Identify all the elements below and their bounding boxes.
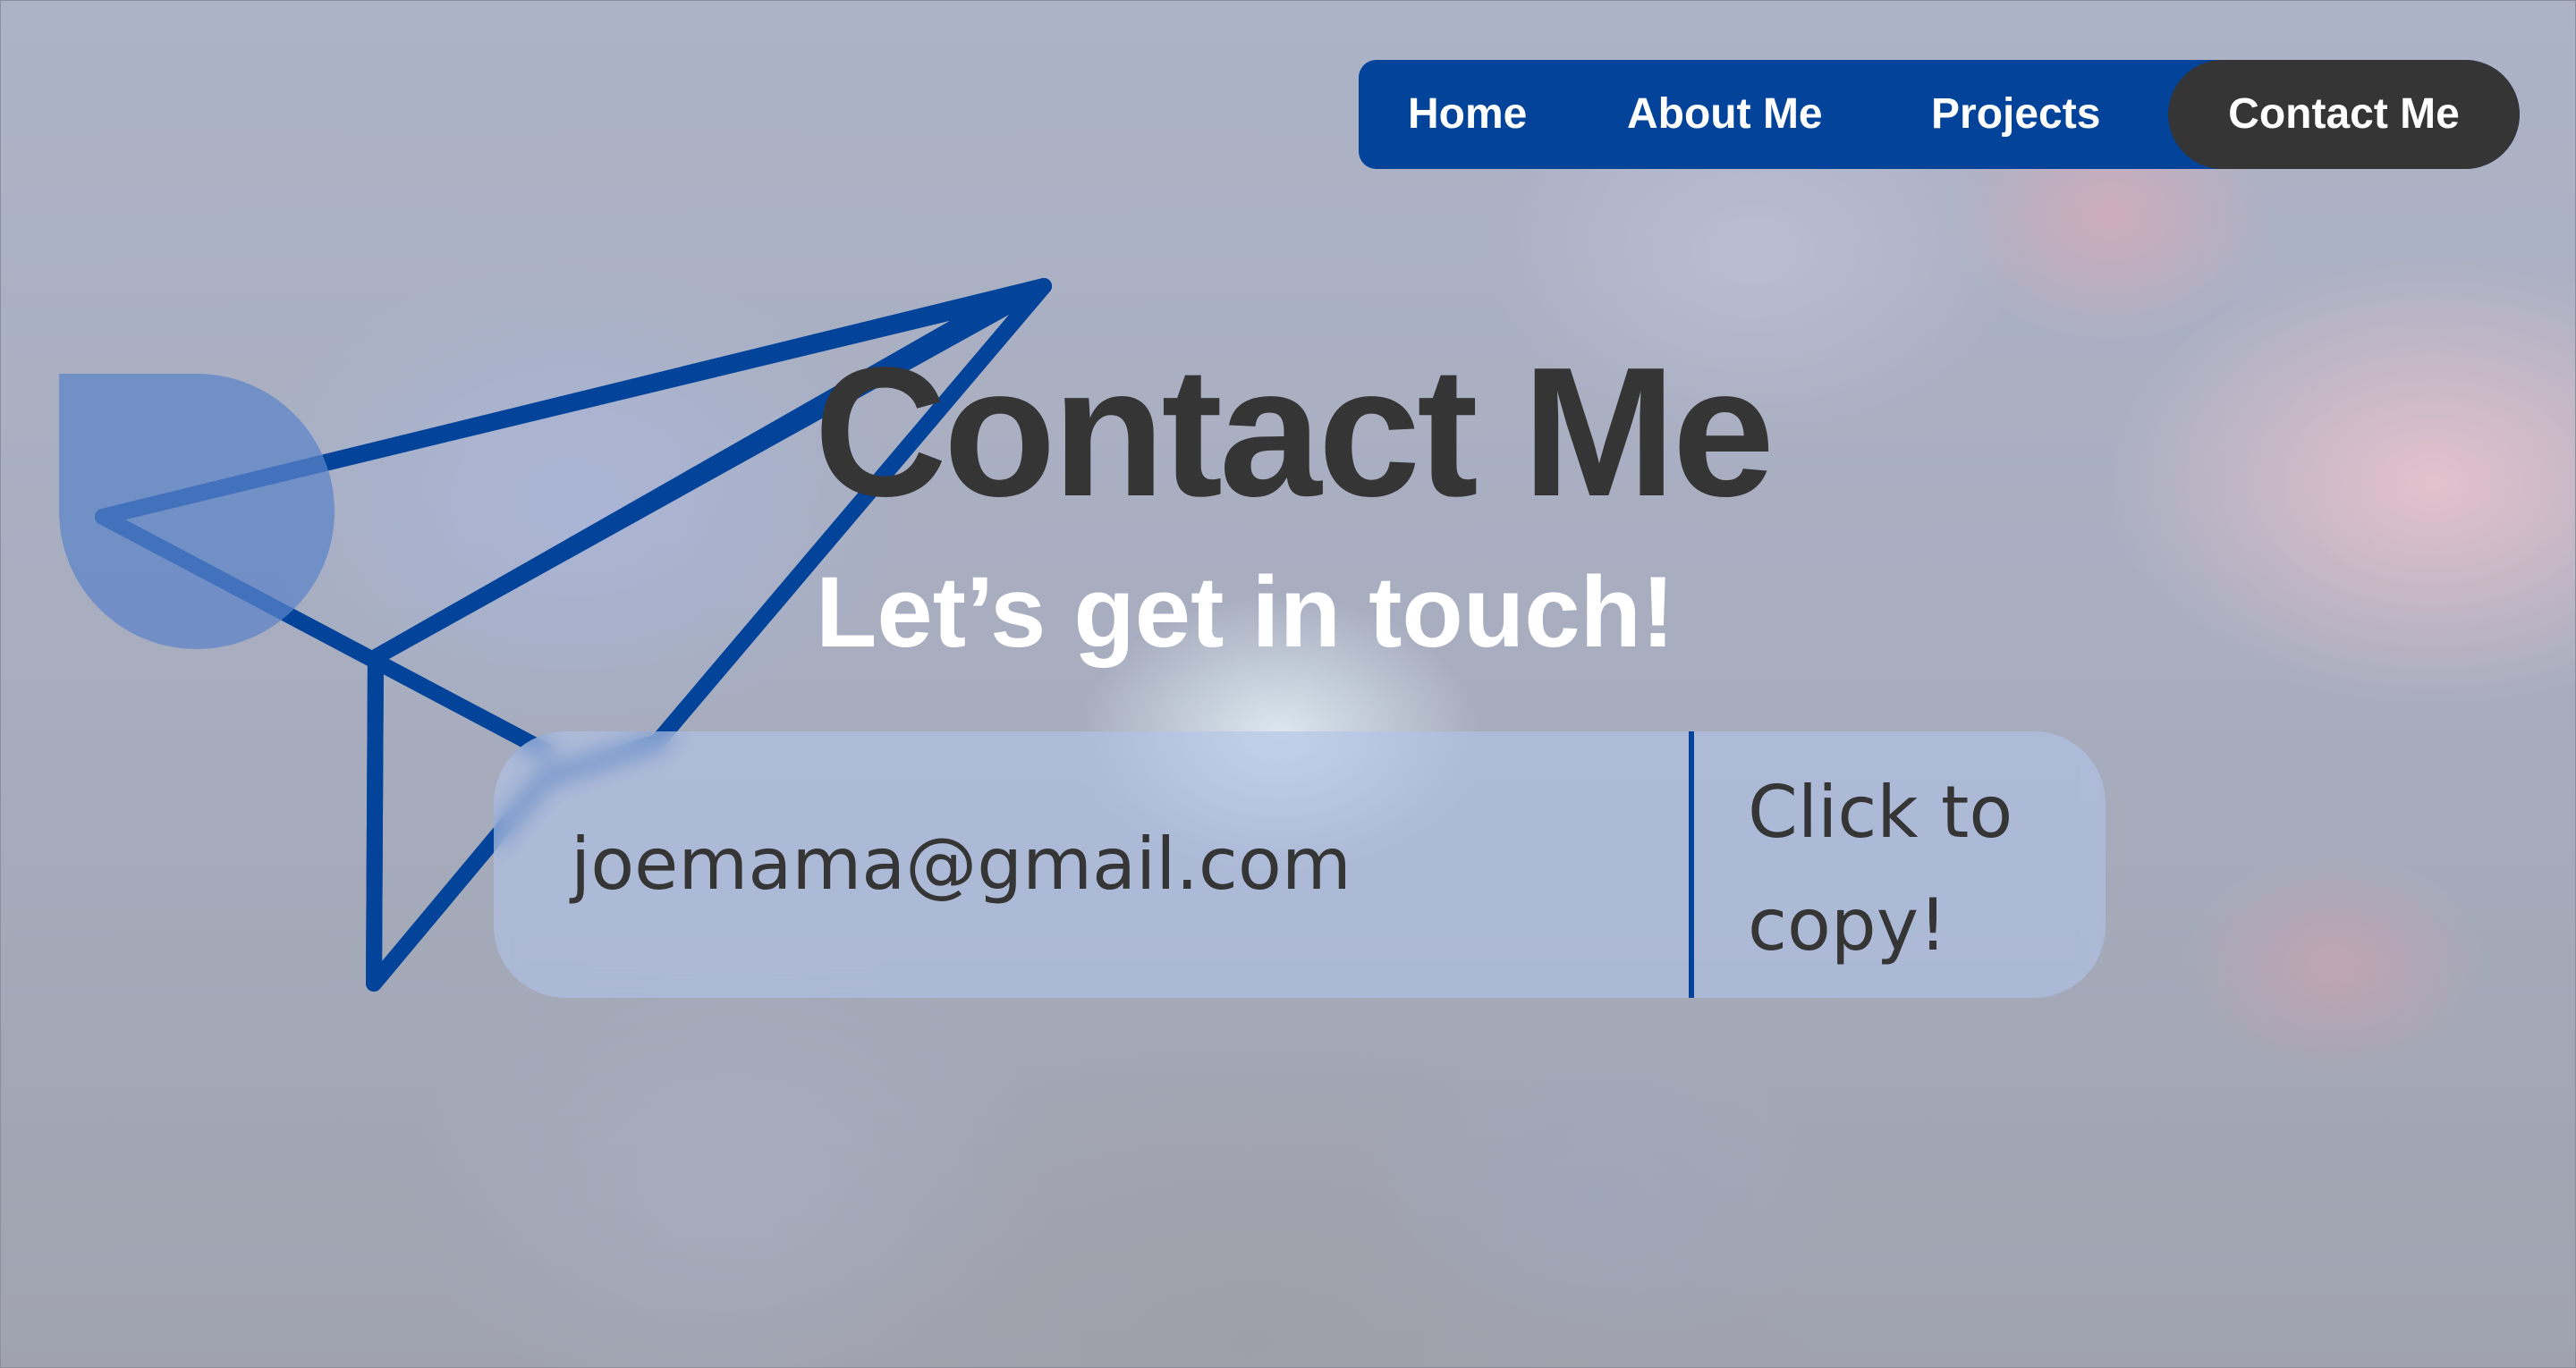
- page-subtitle: Let’s get in touch!: [816, 556, 1675, 668]
- nav-contact-me-link[interactable]: Contact Me: [2168, 60, 2520, 169]
- nav-about-me-link[interactable]: About Me: [1627, 60, 1823, 169]
- nav-projects-link[interactable]: Projects: [1931, 60, 2100, 169]
- email-card: joemama@gmail.com Click to copy!: [494, 731, 2106, 998]
- main-navigation: Home About Me Projects Contact Me: [1359, 60, 2520, 169]
- paper-plane-icon: [59, 278, 1052, 992]
- copy-button-label: Click to copy!: [1748, 771, 2013, 967]
- copy-email-button[interactable]: Click to copy!: [1694, 731, 2106, 998]
- nav-home-link[interactable]: Home: [1408, 60, 1527, 169]
- page-title: Contact Me: [814, 329, 1775, 535]
- email-address: joemama@gmail.com: [571, 823, 1352, 906]
